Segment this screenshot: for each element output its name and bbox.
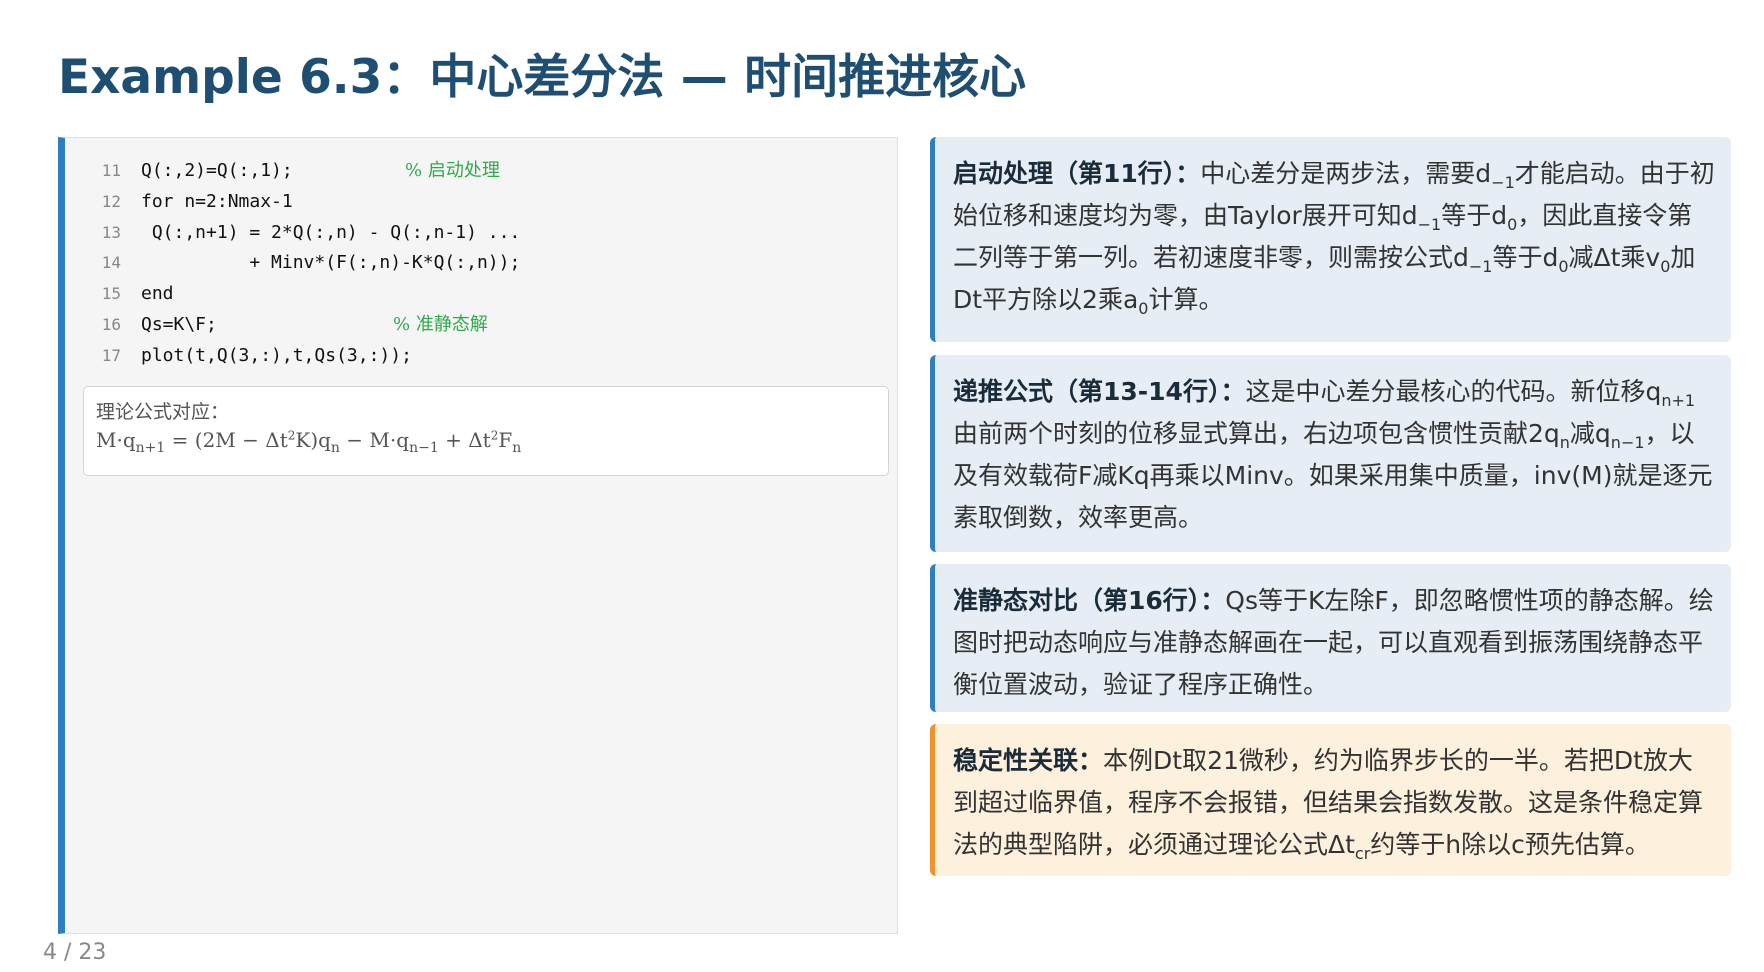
formula-label: 理论公式对应：	[96, 401, 230, 423]
card-heading: 启动处理（第11行）：	[953, 159, 1201, 188]
code-line: 17 plot(t,Q(3,:),t,Qs(3,:));	[85, 341, 520, 372]
code-line: 13 Q(:,n+1) = 2*Q(:,n) - Q(:,n-1) ...	[85, 218, 521, 249]
code-text: plot(t,Q(3,:),t,Qs(3,:));	[141, 344, 412, 366]
slide-title: Example 6.3：中心差分法 — 时间推进核心	[58, 50, 1027, 105]
line-number: 11	[101, 161, 121, 180]
code-comment: % 启动处理	[405, 160, 500, 181]
line-number: 15	[101, 284, 121, 304]
page-indicator: 4 / 23	[43, 940, 107, 965]
code-line: 11 Q(:,2)=Q(:,1); % 启动处理	[85, 156, 520, 187]
code-text: for n=2:Nmax-1	[141, 190, 293, 212]
line-number: 14	[101, 253, 121, 273]
line-number: 16	[101, 314, 121, 334]
code-text: Q(:,n+1) = 2*Q(:,n) - Q(:,n-1) ...	[141, 221, 521, 243]
formula-text: M·qn+1 = (2M − Δt2K)qn − M·qn−1 + Δt2Fn	[96, 428, 522, 456]
line-number: 13	[101, 222, 121, 242]
line-number: 17	[101, 345, 121, 365]
formula-box: 理论公式对应： M·qn+1 = (2M − Δt2K)qn − M·qn−1 …	[83, 386, 889, 476]
code-panel: 11 Q(:,2)=Q(:,1);% 启动处理 12 for n=2:Nmax-1 …	[58, 137, 898, 934]
explanation-card-stability: 稳定性关联：本例Dt取21微秒，约为临界步长的一半。若把Dt放大到超过临界值，程…	[930, 724, 1731, 876]
code-line: 12 for n=2:Nmax-1	[85, 187, 520, 218]
card-heading: 递推公式（第13-14行）：	[953, 377, 1246, 406]
code-text: Q(:,2)=Q(:,1);	[141, 160, 293, 181]
code-text: + Minv*(F(:,n)-K*Q(:,n));	[141, 252, 521, 274]
code-listing: 11 Q(:,2)=Q(:,1);% 启动处理 12 for n=2:Nmax-1 …	[85, 156, 521, 372]
code-line: 16 Qs=K\F; % 准静态解	[85, 310, 520, 341]
card-heading: 稳定性关联：	[953, 746, 1104, 775]
card-heading: 准静态对比（第16行）：	[953, 586, 1226, 615]
explanation-card-quasistatic: 准静态对比（第16行）：Qs等于K左除F，即忽略惯性项的静态解。绘图时把动态响应…	[930, 564, 1731, 712]
code-text: end	[141, 283, 174, 305]
explanation-card-startup: 启动处理（第11行）：中心差分是两步法，需要d−1才能启动。由于初始位移和速度均…	[930, 137, 1731, 342]
line-number: 12	[101, 191, 121, 211]
code-line: 14 + Minv*(F(:,n)-K*Q(:,n));	[85, 248, 521, 279]
code-comment: % 准静态解	[393, 313, 488, 335]
code-line: 15 end	[85, 279, 520, 310]
explanation-card-recursion: 递推公式（第13-14行）：这是中心差分最核心的代码。新位移qn+1由前两个时刻…	[930, 355, 1731, 552]
code-text: Qs=K\F;	[141, 313, 217, 335]
